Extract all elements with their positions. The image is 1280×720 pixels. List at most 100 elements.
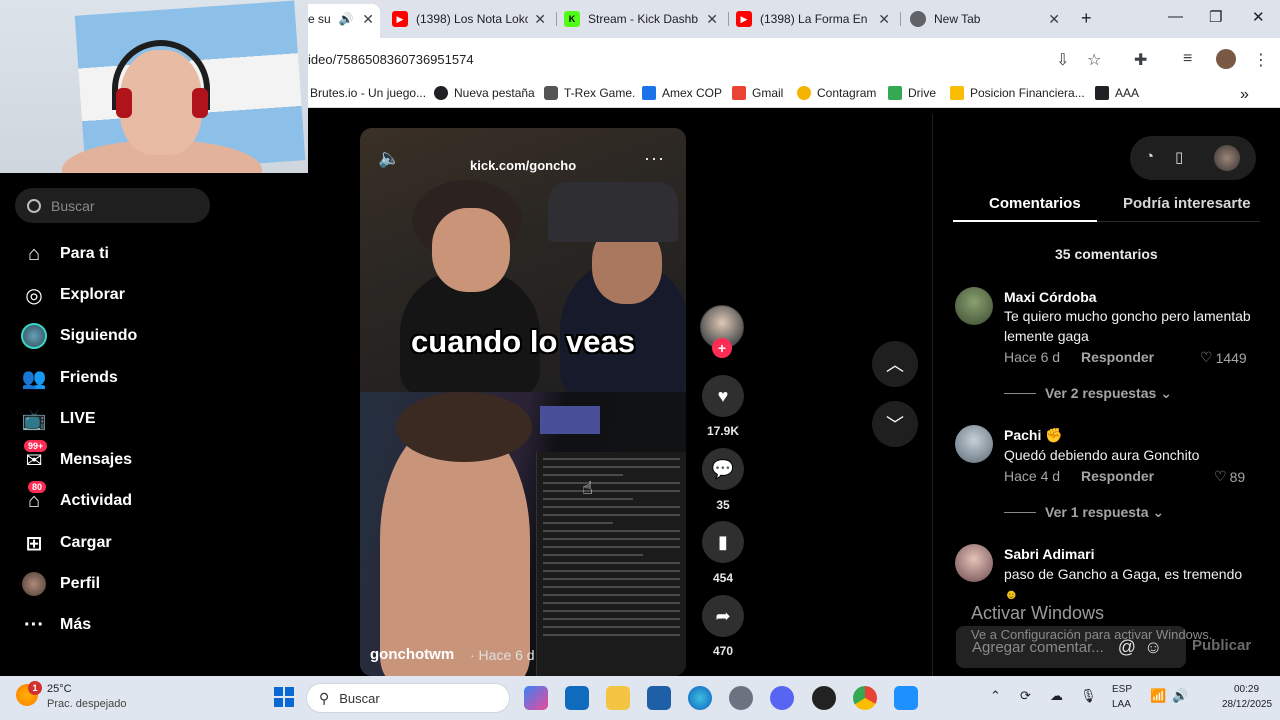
speed-icon[interactable]: ◔ — [1145, 148, 1154, 165]
bookmarks-overflow-button[interactable]: » — [1240, 86, 1249, 104]
video-caption: cuando lo veas — [411, 324, 635, 359]
tab-you-may-like[interactable]: Podría interesarte — [1123, 195, 1251, 212]
chrome-icon[interactable] — [853, 686, 877, 710]
bookmark-item[interactable]: Posicion Financiera... — [950, 86, 1085, 100]
bookmark-item[interactable]: Gmail — [732, 86, 783, 100]
comment-username[interactable]: Sabri Adimari — [1004, 546, 1095, 562]
taskbar-search[interactable]: ⚲ Buscar — [306, 683, 510, 713]
nav-para-ti[interactable]: ⌂ Para ti — [20, 239, 109, 269]
keyboard-layout-indicator[interactable]: LAA — [1112, 699, 1131, 710]
volume-icon[interactable]: 🔊 — [1172, 688, 1188, 704]
copilot-icon[interactable] — [524, 686, 548, 710]
close-tab-icon[interactable]: ✕ — [362, 11, 374, 28]
reply-button[interactable]: Responder — [1081, 468, 1154, 484]
nav-cargar[interactable]: ⊞ Cargar — [20, 528, 112, 558]
close-window-icon[interactable]: ✕ — [1252, 8, 1265, 26]
like-button[interactable]: ♥ — [702, 375, 744, 417]
bookmark-star-icon[interactable]: ☆ — [1087, 50, 1101, 70]
user-avatar[interactable] — [1214, 145, 1240, 171]
wifi-icon[interactable]: 📶 — [1150, 688, 1166, 704]
tab-comments[interactable]: Comentarios — [989, 195, 1081, 212]
publish-button[interactable]: Publicar — [1192, 637, 1251, 654]
edge-icon[interactable] — [688, 686, 712, 710]
comment-avatar[interactable] — [955, 544, 993, 582]
next-video-button[interactable]: ﹀ — [872, 401, 918, 447]
comment-avatar[interactable] — [955, 425, 993, 463]
share-button[interactable]: ➦ — [702, 595, 744, 637]
media-controls-icon[interactable]: ≡ — [1183, 50, 1192, 68]
discord-icon[interactable] — [770, 686, 794, 710]
follow-plus-icon[interactable]: + — [712, 338, 732, 358]
bookmark-item[interactable]: Contagram — [797, 86, 876, 100]
store-icon[interactable] — [647, 686, 671, 710]
app-f-icon[interactable] — [894, 686, 918, 710]
video-watermark: kick.com/goncho — [470, 158, 577, 173]
clock-time[interactable]: 00:29 — [1234, 684, 1259, 695]
save-button[interactable]: ▮ — [702, 521, 744, 563]
nav-explorar[interactable]: ◎ Explorar — [20, 280, 125, 310]
menu-kebab-icon[interactable]: ⋮ — [1253, 50, 1269, 70]
nav-live[interactable]: 📺 LIVE — [20, 404, 96, 434]
nav-friends[interactable]: 👥 Friends — [20, 363, 118, 393]
nav-actividad[interactable]: ⌂ 80 Actividad — [20, 481, 132, 516]
video-player[interactable]: 🔈 ··· kick.com/goncho cuando lo veas ☝ g… — [360, 128, 686, 676]
cloud-icon[interactable]: ☁ — [1050, 688, 1063, 704]
more-options-icon[interactable]: ··· — [644, 148, 665, 169]
new-tab-button[interactable]: + — [1081, 8, 1092, 29]
comment-username[interactable]: Maxi Córdoba — [1004, 289, 1097, 305]
bookmark-item[interactable]: T-Rex Game. — [544, 86, 635, 100]
bookmark-item[interactable]: Brutes.io - Un juego... — [310, 86, 426, 100]
search-input[interactable]: Buscar — [15, 188, 210, 223]
extensions-icon[interactable]: ✚ — [1134, 50, 1147, 70]
restore-icon[interactable]: ❐ — [1209, 8, 1222, 26]
view-replies-button[interactable]: Ver 2 respuestas ⌄ — [1045, 385, 1172, 402]
sync-icon[interactable]: ⟳ — [1020, 688, 1031, 704]
comment-like-button[interactable]: ♡ 1449 — [1200, 349, 1247, 366]
comment-like-button[interactable]: ♡ 89 — [1214, 468, 1245, 485]
tab-active[interactable]: e su 🔊 ✕ — [308, 6, 380, 32]
close-tab-icon[interactable]: ✕ — [878, 11, 890, 28]
device-icon[interactable]: ▯ — [1175, 148, 1183, 166]
outlook-icon[interactable] — [565, 686, 589, 710]
comment-button[interactable]: 💬 — [702, 448, 744, 490]
comment-username[interactable]: Pachi ✊ — [1004, 427, 1063, 444]
obs-icon[interactable] — [812, 686, 836, 710]
close-tab-icon[interactable]: ✕ — [534, 11, 546, 28]
close-tab-icon[interactable]: ✕ — [706, 11, 718, 28]
weather-temperature[interactable]: 25°C — [47, 683, 72, 695]
laughing-emoji-icon: ☻ — [1004, 586, 1019, 602]
comment-avatar[interactable] — [955, 287, 993, 325]
bookmark-item[interactable]: Nueva pestaña — [434, 86, 535, 100]
previous-video-button[interactable]: ︿ — [872, 341, 918, 387]
tab-youtube-1[interactable]: ▶ (1398) Los Nota Loko ✕ — [392, 6, 552, 32]
chevron-down-icon: ﹀ — [886, 415, 904, 435]
tab-kick[interactable]: K Stream - Kick Dashbo ✕ — [564, 6, 724, 32]
tab-new-tab[interactable]: New Tab ✕ — [910, 6, 1066, 32]
view-replies-button[interactable]: Ver 1 respuesta ⌄ — [1045, 504, 1164, 521]
start-button[interactable] — [274, 687, 294, 707]
nav-siguiendo[interactable]: Siguiendo — [20, 321, 137, 351]
microphone-icon[interactable]: 🎙 — [1080, 688, 1097, 704]
close-tab-icon[interactable]: ✕ — [1048, 11, 1060, 28]
bookmark-item[interactable]: Drive — [888, 86, 936, 100]
bookmark-item[interactable]: Amex COP — [642, 86, 722, 100]
bookmark-item[interactable]: AAA — [1095, 86, 1139, 100]
language-indicator[interactable]: ESP — [1112, 684, 1132, 695]
nav-perfil[interactable]: Perfil — [20, 569, 100, 599]
mute-icon[interactable]: 🔈 — [378, 148, 400, 169]
file-explorer-icon[interactable] — [606, 686, 630, 710]
tab-youtube-2[interactable]: ▶ (1398) La Forma En C ✕ — [736, 6, 896, 32]
minimize-icon[interactable]: — — [1168, 8, 1183, 25]
install-app-icon[interactable]: ⇩ — [1056, 50, 1069, 70]
weather-description[interactable]: Prac. despejado — [47, 698, 127, 710]
nav-mas[interactable]: ··· Más — [20, 610, 91, 640]
reply-button[interactable]: Responder — [1081, 349, 1154, 365]
nav-mensajes[interactable]: ✉ 99+ Mensajes — [20, 440, 132, 475]
video-author[interactable]: gonchotwm — [370, 646, 454, 663]
settings-gear-icon[interactable] — [729, 686, 753, 710]
profile-avatar[interactable] — [1216, 49, 1236, 69]
clock-date[interactable]: 28/12/2025 — [1222, 699, 1272, 710]
speaker-icon[interactable]: 🔊 — [339, 12, 354, 26]
chevron-up-icon[interactable]: ⌃ — [990, 688, 1001, 704]
url-text[interactable]: ideo/7586508360736951574 — [308, 52, 474, 67]
